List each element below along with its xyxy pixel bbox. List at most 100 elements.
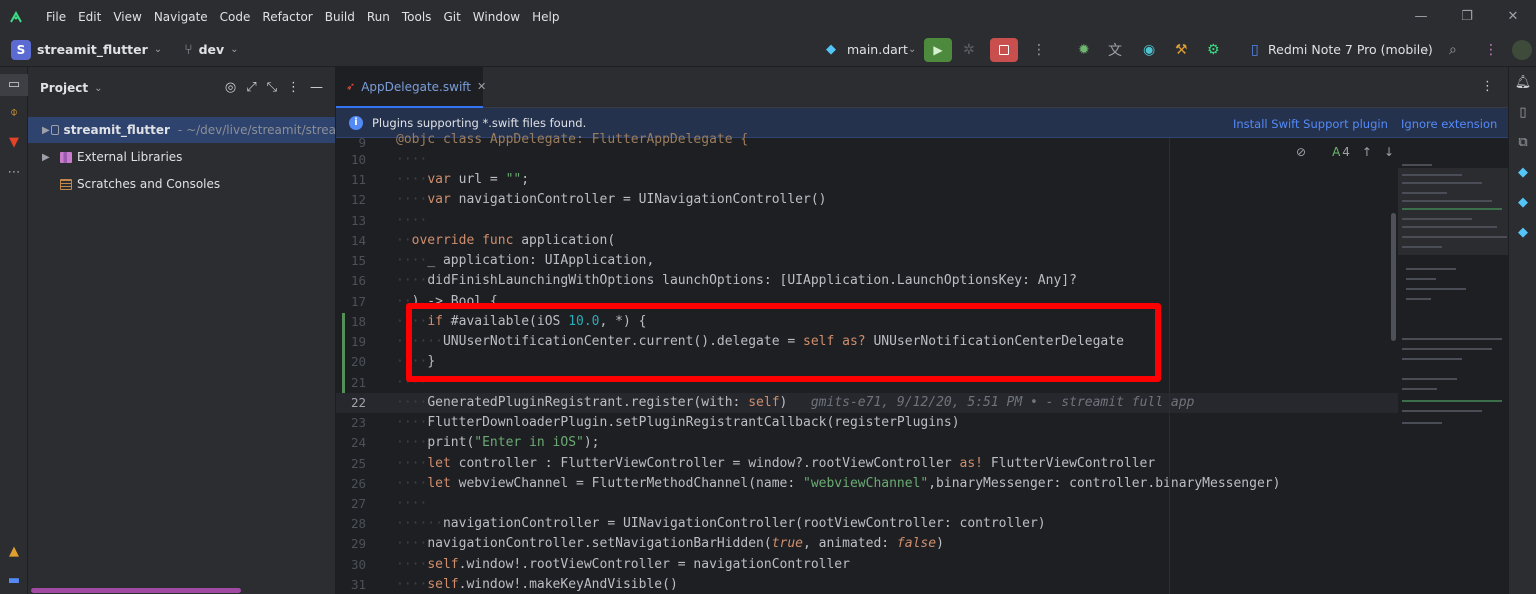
reader-mode-icon[interactable]: ⊘ xyxy=(1296,145,1306,159)
code-minimap[interactable] xyxy=(1398,138,1508,594)
chevron-down-icon[interactable]: ⌄ xyxy=(908,44,916,55)
code-line[interactable]: ···· xyxy=(396,494,427,514)
menu-window[interactable]: Window xyxy=(473,10,520,24)
project-panel: Project ⌄ ◎ ⤢ ⤡ ⋮ — ▶ streamit_flutter -… xyxy=(28,67,336,594)
running-devices-icon[interactable]: ⧉ xyxy=(1509,135,1536,150)
menu-run[interactable]: Run xyxy=(367,10,390,24)
line-number: 16 xyxy=(350,273,366,288)
tree-item-external-libraries[interactable]: ▶ External Libraries xyxy=(28,144,335,170)
messages-icon[interactable]: ▬ xyxy=(0,573,28,588)
debug-icon[interactable]: ✲ xyxy=(963,42,975,58)
close-tab-icon[interactable]: ✕ xyxy=(477,80,486,93)
notifications-icon[interactable]: 🔔︎ xyxy=(1509,75,1536,90)
menu-file[interactable]: File xyxy=(46,10,66,24)
menu-edit[interactable]: Edit xyxy=(78,10,101,24)
android-icon[interactable]: ⚙ xyxy=(1207,42,1220,58)
typo-icon: A xyxy=(1332,145,1341,159)
flutter-outline-icon[interactable]: ◆ xyxy=(1509,195,1536,210)
code-line[interactable]: ····FlutterDownloaderPlugin.setPluginReg… xyxy=(396,413,960,433)
chevron-down-icon[interactable]: ⌄ xyxy=(94,83,102,94)
editor-tabs: ➶ AppDelegate.swift ✕ ⋮ xyxy=(336,67,1508,108)
tab-appdelegate[interactable]: ➶ AppDelegate.swift ✕ xyxy=(336,67,486,108)
stop-icon xyxy=(999,44,1009,55)
project-tool-icon[interactable]: ▭ xyxy=(0,74,28,96)
close-window-icon[interactable]: ✕ xyxy=(1490,9,1536,24)
translate-icon[interactable]: 文 xyxy=(1108,40,1122,60)
minimize-icon[interactable]: — xyxy=(1398,9,1444,24)
code-line[interactable]: ····print("Enter in iOS"); xyxy=(396,433,600,453)
options-icon[interactable]: ⋮ xyxy=(287,80,300,95)
chevron-right-icon[interactable]: ▶ xyxy=(42,125,51,136)
menu-tools[interactable]: Tools xyxy=(402,10,432,24)
code-line[interactable]: ····let controller : FlutterViewControll… xyxy=(396,454,1155,474)
code-line[interactable]: ····didFinishLaunchingWithOptions launch… xyxy=(396,271,1077,291)
flutter-performance-icon[interactable]: ◆ xyxy=(1509,225,1536,240)
restore-icon[interactable]: ❐ xyxy=(1444,9,1490,24)
menu-view[interactable]: View xyxy=(113,10,141,24)
hide-panel-icon[interactable]: — xyxy=(310,80,323,95)
horizontal-scrollbar[interactable] xyxy=(31,588,241,593)
line-number: 14 xyxy=(350,233,366,248)
git-branch-name[interactable]: dev xyxy=(199,42,225,57)
device-manager-icon[interactable]: ▯ xyxy=(1509,105,1536,120)
vertical-scrollbar[interactable] xyxy=(1391,213,1396,341)
search-icon[interactable]: ⌕ xyxy=(1449,42,1457,58)
plugin-updates-icon[interactable]: ⋮ xyxy=(1484,42,1498,58)
bug-icon[interactable]: ✹ xyxy=(1078,42,1090,58)
code-line[interactable]: ····let webviewChannel = FlutterMethodCh… xyxy=(396,474,1280,494)
project-name[interactable]: streamit_flutter xyxy=(37,42,148,57)
code-line[interactable]: @objc class AppDelegate: FlutterAppDeleg… xyxy=(396,130,748,150)
code-line[interactable]: ···· xyxy=(396,150,427,170)
device-selector[interactable]: Redmi Note 7 Pro (mobile) xyxy=(1268,42,1433,57)
code-line[interactable]: ····_ application: UIApplication, xyxy=(396,251,654,271)
chevron-right-icon[interactable]: ▶ xyxy=(42,152,60,163)
code-line[interactable]: ······navigationController = UINavigatio… xyxy=(396,514,1046,534)
build-variants-icon[interactable]: ▲ xyxy=(0,544,28,559)
avatar[interactable] xyxy=(1512,39,1532,60)
menu-navigate[interactable]: Navigate xyxy=(154,10,208,24)
line-number: 15 xyxy=(350,253,366,268)
more-actions-icon[interactable]: ⋮ xyxy=(1032,42,1046,58)
menu-code[interactable]: Code xyxy=(220,10,251,24)
commit-icon[interactable]: ⌽ xyxy=(0,105,28,120)
expand-all-icon[interactable]: ⤢ xyxy=(246,80,256,95)
inspection-widget[interactable]: ⊘ A 4 ↑ ↓ xyxy=(1296,145,1394,159)
chevron-down-icon[interactable]: ⌄ xyxy=(1422,44,1430,55)
build-tools-icon[interactable]: ⚒ xyxy=(1175,42,1188,58)
tree-item-scratches[interactable]: Scratches and Consoles xyxy=(28,171,335,197)
more-tools-icon[interactable]: ⋯ xyxy=(0,165,28,180)
previous-highlight-icon[interactable]: ↑ xyxy=(1362,145,1372,159)
run-config-name[interactable]: main.dart xyxy=(847,42,908,57)
tree-item-project-root[interactable]: ▶ streamit_flutter - ~/dev/live/streamit… xyxy=(28,117,335,143)
run-button[interactable]: ▶ xyxy=(924,37,952,62)
locate-icon[interactable]: ◎ xyxy=(225,80,236,95)
install-swift-plugin-link[interactable]: Install Swift Support plugin xyxy=(1233,117,1388,131)
stop-button[interactable] xyxy=(990,37,1018,62)
gitlab-icon[interactable]: ▼ xyxy=(0,135,28,150)
code-line[interactable]: ····var url = ""; xyxy=(396,170,529,190)
menu-git[interactable]: Git xyxy=(443,10,460,24)
code-line[interactable]: ····navigationController.setNavigationBa… xyxy=(396,534,944,554)
menu-build[interactable]: Build xyxy=(325,10,355,24)
tab-options-icon[interactable]: ⋮ xyxy=(1481,79,1494,94)
code-line[interactable]: ····self.window!.rootViewController = na… xyxy=(396,555,850,575)
menu-help[interactable]: Help xyxy=(532,10,559,24)
chevron-down-icon[interactable]: ⌄ xyxy=(230,44,238,55)
code-line[interactable]: ····GeneratedPluginRegistrant.register(w… xyxy=(396,393,1194,413)
project-avatar[interactable]: S xyxy=(11,39,31,60)
left-tool-strip: ▭ ⌽ ▼ ⋯ ▲ ▬ xyxy=(0,67,28,594)
code-line[interactable]: ··override func application( xyxy=(396,231,615,251)
collapse-all-icon[interactable]: ⤡ xyxy=(267,80,277,95)
project-panel-title[interactable]: Project xyxy=(40,81,88,95)
flutter-inspector-icon[interactable]: ◆ xyxy=(1509,165,1536,180)
next-highlight-icon[interactable]: ↓ xyxy=(1384,145,1394,159)
menu-refactor[interactable]: Refactor xyxy=(262,10,312,24)
profiler-icon[interactable]: ◉ xyxy=(1143,42,1155,58)
code-line[interactable]: ····self.window!.makeKeyAndVisible() xyxy=(396,575,678,594)
line-number: 11 xyxy=(350,172,366,187)
code-line[interactable]: ····var navigationController = UINavigat… xyxy=(396,190,826,210)
ignore-extension-link[interactable]: Ignore extension xyxy=(1401,117,1497,131)
code-line[interactable]: ···· xyxy=(396,211,427,231)
libraries-icon xyxy=(60,151,72,163)
chevron-down-icon[interactable]: ⌄ xyxy=(154,44,162,55)
